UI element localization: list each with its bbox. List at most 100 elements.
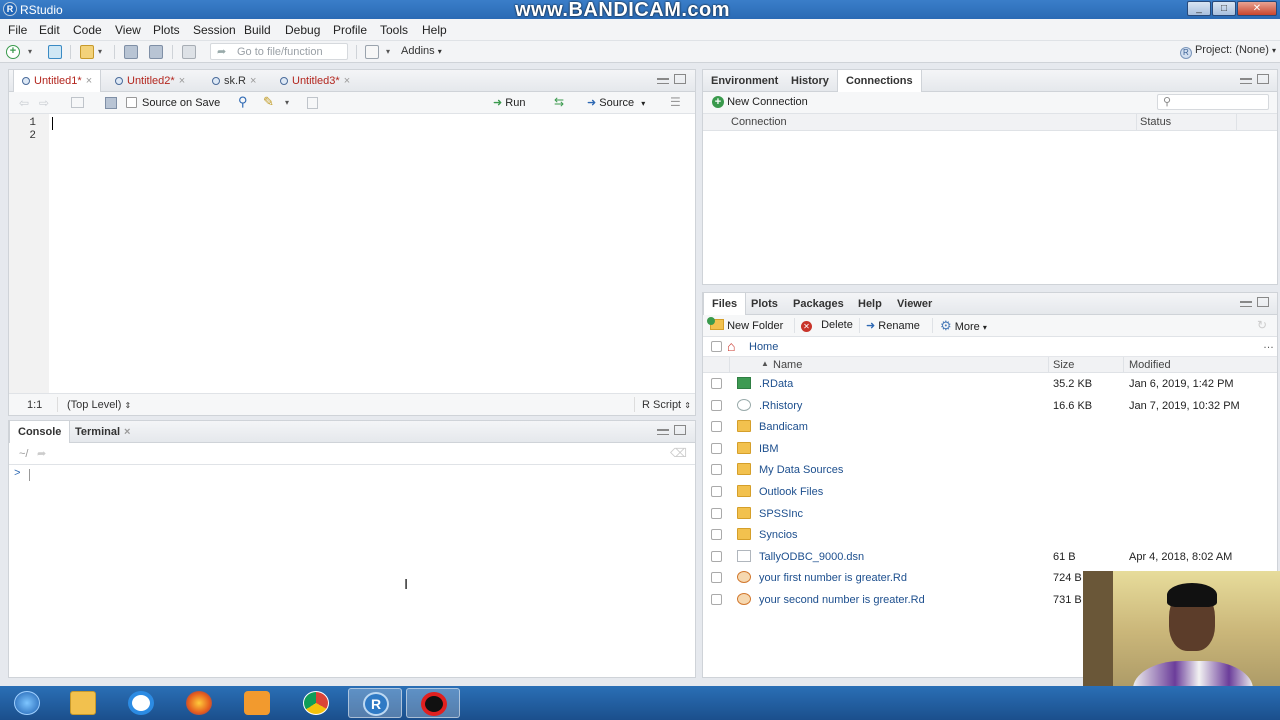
tab-viewer[interactable]: Viewer bbox=[889, 293, 940, 315]
file-row[interactable]: Bandicam bbox=[703, 417, 1277, 438]
close-tab-icon[interactable]: × bbox=[86, 75, 92, 87]
clear-console-icon[interactable]: ⌫ bbox=[670, 446, 687, 460]
menu-session[interactable]: Session bbox=[193, 23, 236, 37]
compile-report-icon[interactable] bbox=[307, 97, 318, 109]
new-file-icon[interactable]: + bbox=[6, 45, 20, 59]
file-name-link[interactable]: IBM bbox=[759, 443, 779, 455]
close-tab-icon[interactable]: × bbox=[124, 426, 130, 438]
forward-arrow-icon[interactable]: ⇨ bbox=[39, 96, 49, 110]
menu-help[interactable]: Help bbox=[422, 23, 447, 37]
find-replace-icon[interactable]: ⚲ bbox=[238, 94, 248, 110]
taskbar-rstudio[interactable]: R bbox=[348, 688, 402, 718]
start-button[interactable] bbox=[0, 688, 54, 718]
maximize-pane-icon[interactable] bbox=[1257, 297, 1269, 307]
file-row[interactable]: .RData 35.2 KB Jan 6, 2019, 1:42 PM bbox=[703, 374, 1277, 395]
close-window-button[interactable]: ✕ bbox=[1237, 1, 1277, 16]
menu-debug[interactable]: Debug bbox=[285, 23, 320, 37]
taskbar-firefox[interactable] bbox=[172, 688, 226, 718]
breadcrumb-home[interactable]: Home bbox=[749, 341, 778, 353]
open-file-icon[interactable] bbox=[80, 45, 94, 59]
minimize-pane-icon[interactable] bbox=[1240, 78, 1252, 84]
taskbar-bandicam[interactable] bbox=[406, 688, 460, 718]
source-on-save-checkbox[interactable] bbox=[126, 97, 137, 108]
file-checkbox[interactable] bbox=[711, 529, 722, 541]
scope-selector[interactable]: (Top Level) ⇕ bbox=[67, 399, 131, 411]
taskbar-media[interactable] bbox=[230, 688, 284, 718]
file-checkbox[interactable] bbox=[711, 486, 722, 497]
tab-history[interactable]: History bbox=[783, 70, 837, 92]
file-checkbox[interactable] bbox=[711, 572, 722, 584]
taskbar-explorer[interactable] bbox=[56, 688, 110, 718]
file-checkbox[interactable] bbox=[711, 464, 722, 476]
refresh-icon[interactable]: ↻ bbox=[1257, 318, 1267, 332]
tab-sk-r[interactable]: sk.R × bbox=[204, 70, 264, 92]
file-name-link[interactable]: your second number is greater.Rd bbox=[759, 594, 925, 606]
file-name-link[interactable]: SPSSInc bbox=[759, 508, 803, 520]
tab-untitled1[interactable]: Untitled1* × bbox=[13, 70, 102, 93]
menu-code[interactable]: Code bbox=[73, 23, 102, 37]
rename-button[interactable]: ➜ Rename bbox=[866, 319, 920, 332]
file-checkbox[interactable] bbox=[711, 442, 722, 454]
new-connection-button[interactable]: + New Connection bbox=[712, 96, 808, 108]
tab-connections[interactable]: Connections bbox=[837, 70, 922, 93]
taskbar-ie[interactable] bbox=[114, 688, 168, 718]
file-checkbox[interactable] bbox=[711, 399, 722, 411]
tab-plots[interactable]: Plots bbox=[743, 293, 786, 315]
file-name-link[interactable]: My Data Sources bbox=[759, 464, 843, 476]
code-tools-dropdown-icon[interactable]: ▾ bbox=[285, 98, 289, 107]
file-row[interactable]: My Data Sources bbox=[703, 460, 1277, 481]
file-row[interactable]: TallyODBC_9000.dsn 61 B Apr 4, 2018, 8:02 … bbox=[703, 547, 1277, 568]
file-row[interactable]: .Rhistory 16.6 KB Jan 7, 2019, 10:32 PM bbox=[703, 396, 1277, 417]
run-button[interactable]: ➜ Run bbox=[493, 96, 525, 109]
minimize-pane-icon[interactable] bbox=[657, 78, 669, 84]
document-outline-icon[interactable]: ☰ bbox=[670, 95, 681, 109]
taskbar-chrome[interactable] bbox=[289, 688, 343, 718]
code-tools-wand-icon[interactable]: ✎ bbox=[263, 94, 274, 110]
open-file-dropdown-icon[interactable]: ▾ bbox=[98, 47, 102, 56]
menu-build[interactable]: Build bbox=[244, 23, 271, 37]
menu-plots[interactable]: Plots bbox=[153, 23, 180, 37]
save-source-icon[interactable] bbox=[105, 97, 117, 109]
file-name-link[interactable]: Bandicam bbox=[759, 421, 808, 433]
project-menu[interactable]: R Project: (None) ▾ bbox=[1179, 44, 1276, 59]
tab-terminal[interactable]: Terminal × bbox=[67, 421, 138, 443]
file-name-link[interactable]: .Rhistory bbox=[759, 400, 802, 412]
back-arrow-icon[interactable]: ⇦ bbox=[19, 96, 29, 110]
file-row[interactable]: SPSSInc bbox=[703, 504, 1277, 525]
column-status[interactable]: Status bbox=[1140, 116, 1171, 128]
print-icon[interactable] bbox=[182, 45, 196, 59]
new-file-dropdown-icon[interactable]: ▾ bbox=[28, 47, 32, 56]
column-connection[interactable]: Connection bbox=[731, 116, 787, 128]
file-name-link[interactable]: .RData bbox=[759, 378, 793, 390]
file-checkbox[interactable] bbox=[711, 507, 722, 519]
menu-view[interactable]: View bbox=[115, 23, 141, 37]
panes-dropdown-icon[interactable]: ▾ bbox=[386, 47, 390, 56]
file-checkbox[interactable] bbox=[711, 550, 722, 562]
tab-packages[interactable]: Packages bbox=[785, 293, 852, 315]
code-editor[interactable]: 1 2 bbox=[9, 114, 695, 393]
show-in-window-icon[interactable] bbox=[71, 97, 84, 108]
maximize-pane-icon[interactable] bbox=[674, 425, 686, 435]
workspace-panes-icon[interactable] bbox=[365, 45, 379, 59]
file-name-link[interactable]: Outlook Files bbox=[759, 486, 823, 498]
tab-files[interactable]: Files bbox=[703, 293, 747, 316]
addins-menu[interactable]: Addins ▾ bbox=[401, 45, 442, 57]
select-all-checkbox[interactable] bbox=[711, 341, 722, 352]
console-output[interactable]: > I bbox=[9, 465, 695, 677]
file-checkbox[interactable] bbox=[711, 378, 722, 389]
go-to-file-input[interactable]: ➦ Go to file/function bbox=[210, 43, 348, 60]
minimize-button[interactable]: _ bbox=[1187, 1, 1211, 16]
close-tab-icon[interactable]: × bbox=[250, 75, 256, 87]
menu-file[interactable]: File bbox=[8, 23, 27, 37]
maximize-button[interactable]: □ bbox=[1212, 1, 1236, 16]
more-button[interactable]: ⚙ More ▾ bbox=[940, 318, 987, 334]
source-button[interactable]: ➜ Source ▾ bbox=[587, 96, 645, 109]
tab-help[interactable]: Help bbox=[850, 293, 890, 315]
column-name[interactable]: Name bbox=[773, 359, 802, 371]
menu-profile[interactable]: Profile bbox=[333, 23, 367, 37]
menu-edit[interactable]: Edit bbox=[39, 23, 60, 37]
column-modified[interactable]: Modified bbox=[1129, 359, 1171, 371]
new-folder-button[interactable]: New Folder bbox=[707, 317, 783, 332]
close-tab-icon[interactable]: × bbox=[179, 75, 185, 87]
minimize-pane-icon[interactable] bbox=[1240, 301, 1252, 307]
